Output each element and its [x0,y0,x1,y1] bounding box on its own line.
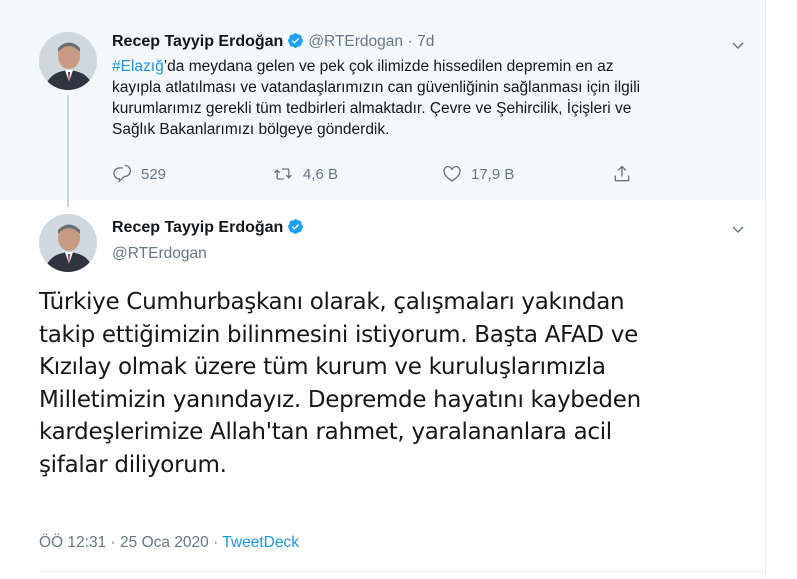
text-line: kurumlarımız gerekli tüm tedbirleri alma… [112,100,632,117]
author-name[interactable]: Recep Tayyip Erdoğan [112,219,283,236]
tweet-meta: ÖÖ 12:31 · 25 Oca 2020 · TweetDeck [39,532,299,554]
share-icon [614,165,630,182]
text-line: Türkiye Cumhurbaşkanı olarak, çalışmalar… [39,289,625,315]
like-count: 17,9 B [471,165,515,183]
reply-icon [113,164,131,183]
separator: · [407,33,413,50]
source-link[interactable]: TweetDeck [222,534,299,551]
avatar[interactable] [39,32,97,90]
text-line: şifalar diliyorum. [39,451,227,478]
reply-button[interactable]: 529 [112,164,166,184]
chevron-down-icon[interactable] [730,221,746,242]
tweet-time[interactable]: ÖÖ 12:31 [39,534,106,551]
share-button[interactable] [612,164,641,184]
parent-tweet-header: Recep Tayyip Erdoğan @RTErdogan · 7d [112,31,434,53]
avatar-photo-icon [39,214,97,272]
like-icon [443,166,461,182]
main-tweet-text: Türkiye Cumhurbaşkanı olarak, çalışmalar… [39,286,759,482]
chevron-down-icon[interactable] [730,37,746,58]
retweet-icon [274,168,292,180]
tweet-age[interactable]: 7d [417,33,434,50]
author-handle[interactable]: @RTErdogan [308,33,403,50]
author-name[interactable]: Recep Tayyip Erdoğan [112,33,283,50]
thread-connector [67,95,69,207]
separator: · [213,534,219,551]
divider [39,571,765,572]
like-button[interactable]: 17,9 B [442,164,514,184]
text-line: Sağlık Bakanlarımızı bölgeye gönderdik. [112,121,390,138]
avatar[interactable] [39,214,97,272]
text-line: #Elazığ’da meydana gelen ve pek çok ilim… [112,58,614,75]
text-line: Milletimizin yanındayız. Depremde hayatı… [39,386,641,413]
retweet-count: 4,6 B [303,165,339,183]
text-line: Kızılay olmak üzere tüm kurum ve kuruluş… [39,354,606,381]
reply-count: 529 [141,165,167,183]
text-line: kayıpla atlatılması ve vatandaşlarımızın… [112,79,641,96]
text-line: kardeşlerimize Allah'tan rahmet, yaralan… [39,419,612,446]
hashtag-link[interactable]: #Elazığ [112,58,164,75]
main-tweet-author: Recep Tayyip Erdoğan [112,217,308,242]
retweet-button[interactable]: 4,6 B [272,164,338,184]
verified-badge-icon [287,32,304,56]
author-handle[interactable]: @RTErdogan [112,243,207,265]
timeline-border [765,0,766,579]
avatar-photo-icon [39,32,97,90]
separator: · [110,534,116,551]
text-line: takip ettiğimizin bilinmesini istiyorum.… [39,321,638,348]
verified-badge-icon [287,218,304,242]
parent-tweet-text: #Elazığ’da meydana gelen ve pek çok ilim… [112,56,752,140]
tweet-date[interactable]: 25 Oca 2020 [120,534,209,551]
